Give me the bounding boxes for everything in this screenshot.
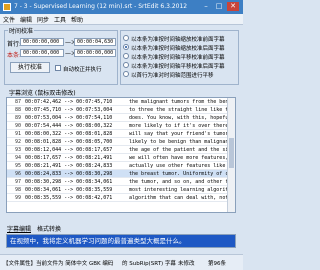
timing-group-label: 时间校准 — [8, 26, 35, 35]
mode-shift-after-radio[interactable] — [123, 62, 129, 68]
table-row[interactable]: 93 00:08:12,044 --> 00:08:17,657 the age… — [7, 146, 229, 154]
auto-calibrate-label: 自动校正并执行 — [63, 67, 102, 73]
menu-help[interactable]: 帮助 — [71, 15, 83, 24]
table-row[interactable]: 87 00:07:42,462 --> 00:07:45,710 the mal… — [7, 98, 229, 106]
row-number: 95 — [14, 163, 21, 169]
table-row[interactable]: 88 00:07:45,710 --> 00:07:53,004 to thre… — [7, 106, 229, 114]
table-row[interactable]: 99 00:08:35,559 --> 00:08:42,071 algorit… — [7, 194, 229, 202]
table-row[interactable]: 92 00:08:01,828 --> 00:08:05,700 likely … — [7, 138, 229, 146]
row-text: to three the straight line like that to — [129, 107, 229, 113]
tab-format-convert[interactable]: 格式转换 — [37, 224, 61, 233]
row-number: 90 — [14, 123, 21, 129]
row-text: algorithm that can deal with, not just t… — [129, 195, 229, 201]
maximize-button[interactable]: □ — [213, 2, 225, 11]
row-text: likely to be benign than malignant. In t — [129, 139, 229, 145]
row-number: 96 — [14, 171, 21, 177]
menu-edit[interactable]: 编辑 — [20, 15, 32, 24]
row-text: most interesting learning algorithms tha… — [129, 187, 229, 193]
mode-scale-after-radio[interactable] — [123, 44, 129, 50]
mode-shift-range-label: 以首行为准对时间轴范围进行平移 — [131, 73, 214, 79]
row-text: more likely to if it's over there, I hop… — [129, 123, 229, 129]
subtitle-edit-field[interactable]: 在视频中，我将定义机器学习问题的最普遍类型大概是什么。 — [6, 234, 236, 248]
status-format: 的 SubRip(SRT) 字幕 — [122, 261, 176, 267]
row-text: will say that your friend's tumor falls … — [129, 131, 229, 137]
table-row[interactable]: 97 00:08:30,298 --> 00:08:34,061 the tum… — [7, 178, 229, 186]
subtitle-table[interactable]: 87 00:07:42,462 --> 00:07:45,710 the mal… — [6, 97, 236, 213]
row-time: 00:07:54,444 --> 00:08:00,322 — [25, 123, 113, 129]
mode-scale-before-radio[interactable] — [123, 35, 129, 41]
mode-scale-before-label: 以本条为准按时间轴缩放校准前面字幕 — [131, 37, 225, 43]
row-number: 88 — [14, 107, 21, 113]
row-number: 91 — [14, 131, 21, 137]
row-time: 00:08:17,657 --> 00:08:21,491 — [25, 155, 113, 161]
current-line-label: 本条: — [7, 52, 22, 59]
table-row[interactable]: 98 00:08:34,061 --> 00:08:35,559 most in… — [7, 186, 229, 194]
table-row[interactable]: 94 00:08:17,657 --> 00:08:21,491 we will… — [7, 154, 229, 162]
row-number: 92 — [14, 139, 21, 145]
mode-shift-before-radio[interactable] — [123, 53, 129, 59]
row-text: we will often have more features, and do… — [129, 155, 229, 161]
row-text: actually use other features like these. — [129, 163, 229, 169]
row-number: 99 — [14, 195, 21, 201]
row-number: 87 — [14, 99, 21, 105]
row-time: 00:08:24,833 --> 00:08:30,298 — [25, 171, 113, 177]
row-time: 00:08:21,491 --> 00:08:24,833 — [25, 163, 113, 169]
current-line-new-time-field[interactable]: 00:00:00,000 — [74, 49, 116, 57]
row-time: 00:08:30,298 --> 00:08:34,061 — [25, 179, 113, 185]
row-time: 00:08:35,559 --> 00:08:42,071 — [25, 195, 113, 201]
row-time: 00:08:00,322 --> 00:08:01,828 — [25, 131, 113, 137]
row-text: the age of the patient and the size of t… — [129, 147, 229, 153]
table-row[interactable]: 90 00:07:54,444 --> 00:08:00,322 more li… — [7, 122, 229, 130]
status-bar: 【文件属性】当前文件为 简体中文 GBK 编码 的 SubRip(SRT) 字幕… — [0, 254, 243, 270]
row-time: 00:07:53,004 --> 00:07:54,110 — [25, 115, 113, 121]
table-row-selected[interactable]: 96 00:08:24,833 --> 00:08:30,298 the bre… — [7, 170, 229, 178]
row-time: 00:08:34,061 --> 00:08:35,559 — [25, 187, 113, 193]
row-time: 00:08:12,044 --> 00:08:17,657 — [25, 147, 113, 153]
menu-sync[interactable]: 同步 — [37, 15, 49, 24]
menu-bar: 文件 编辑 同步 工具 帮助 — [0, 14, 243, 25]
table-scrollbar[interactable] — [227, 98, 235, 212]
mode-shift-before-label: 以本条为准按时间轴平移校准前面字幕 — [131, 55, 225, 61]
row-number: 97 — [14, 179, 21, 185]
row-text: the malignant tumors from the benign one — [129, 99, 229, 105]
table-row[interactable]: 89 00:07:53,004 --> 00:07:54,110 does. Y… — [7, 114, 229, 122]
window-title: 7 - 3 - Supervised Learning (12 min).srt… — [14, 3, 188, 10]
auto-calibrate-checkbox[interactable] — [55, 65, 61, 71]
row-text: the breast tumor. Uniformity of cell siz… — [129, 171, 229, 177]
status-file-info: 【文件属性】当前文件为 简体中文 GBK 编码 — [3, 261, 114, 267]
first-line-new-time-field[interactable]: 00:00:04,630 — [74, 38, 116, 46]
mode-shift-after-label: 以本条为准按时间轴平移校准后面字幕 — [131, 64, 225, 70]
row-number: 98 — [14, 187, 21, 193]
row-time: 00:08:01,828 --> 00:08:05,700 — [25, 139, 113, 145]
row-time: 00:07:45,710 --> 00:07:53,004 — [25, 107, 113, 113]
status-modified: 未修改 — [178, 261, 195, 267]
mode-scale-after-label: 以本条为准按时间轴缩放校准后面字幕 — [131, 46, 225, 52]
scrollbar-thumb[interactable] — [229, 138, 234, 168]
row-number: 93 — [14, 147, 21, 153]
first-line-time-field[interactable]: 00:00:00,000 — [20, 38, 64, 46]
table-row[interactable]: 91 00:08:00,322 --> 00:08:01,828 will sa… — [7, 130, 229, 138]
table-row[interactable]: 95 00:08:21,491 --> 00:08:24,833 actuall… — [7, 162, 229, 170]
run-calibration-button[interactable]: 执行校准 — [10, 62, 50, 73]
minimize-button[interactable]: – — [200, 2, 212, 11]
subtitle-list-label: 字幕浏览 (鼠标双击修改) — [8, 88, 77, 97]
row-time: 00:07:42,462 --> 00:07:45,710 — [25, 99, 113, 105]
current-line-time-field[interactable]: 00:00:00,000 — [20, 49, 64, 57]
mode-shift-range-radio[interactable] — [123, 71, 129, 77]
menu-tools[interactable]: 工具 — [54, 15, 66, 24]
close-button[interactable]: ✕ — [227, 2, 239, 11]
first-line-label: 首行: — [7, 41, 22, 48]
row-text: the tumor, and so on, and other features — [129, 179, 229, 185]
tab-subtitle-edit[interactable]: 字幕编辑 — [7, 224, 31, 233]
row-text: does. You know, with this, hopefully you — [129, 115, 229, 121]
status-line-number: 第96条 — [208, 261, 226, 267]
menu-file[interactable]: 文件 — [3, 15, 15, 24]
app-icon — [3, 3, 11, 11]
row-number: 89 — [14, 115, 21, 121]
row-number: 94 — [14, 155, 21, 161]
title-bar: 7 - 3 - Supervised Learning (12 min).srt… — [0, 0, 243, 14]
